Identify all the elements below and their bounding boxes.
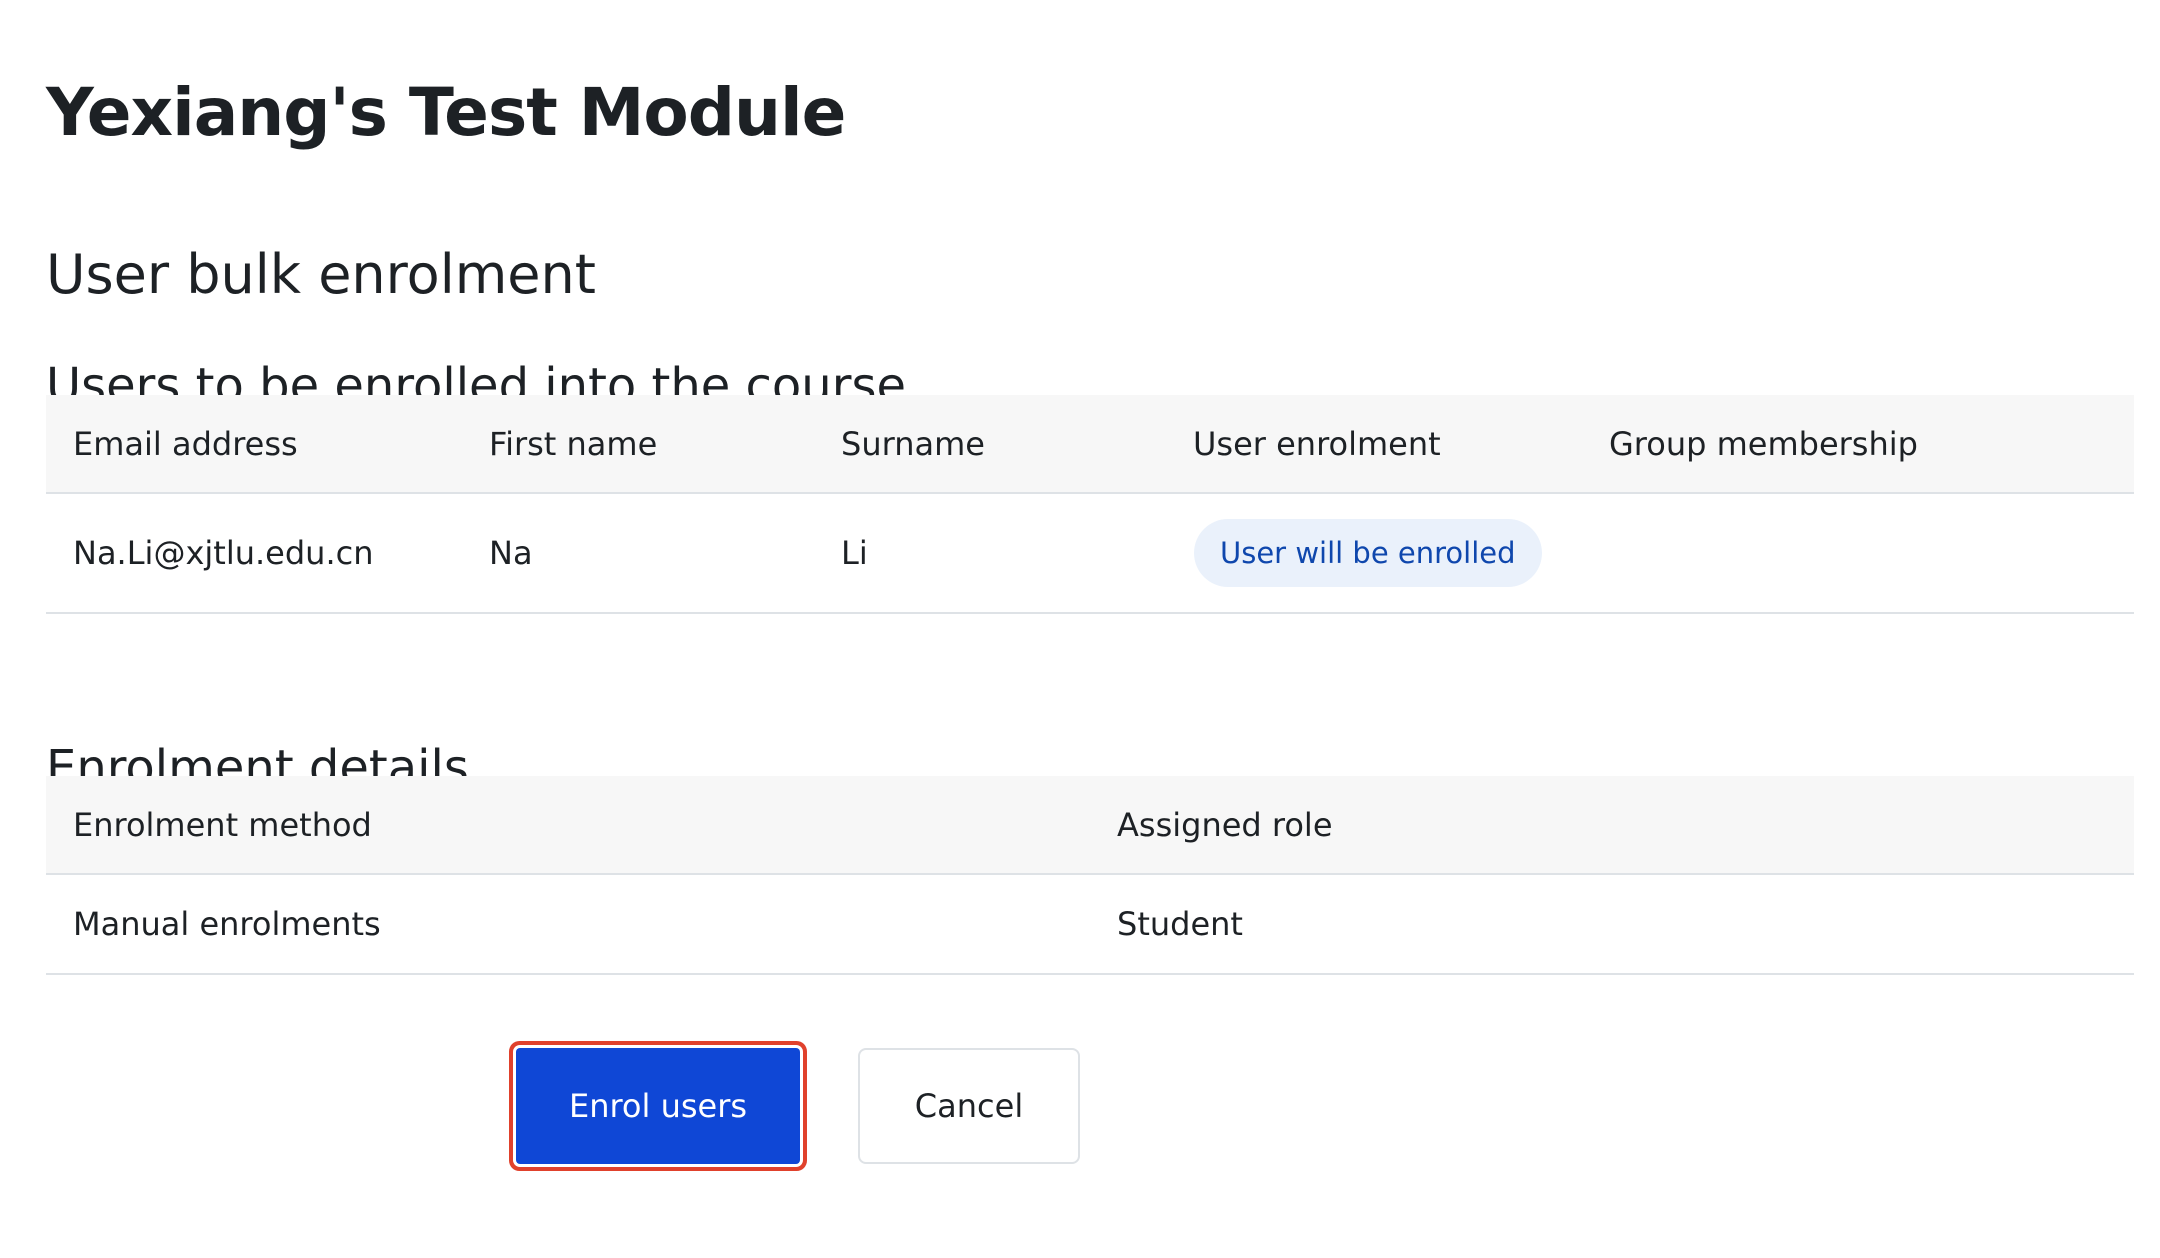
column-header-assigned-role: Assigned role xyxy=(1090,776,2134,875)
cell-group-membership xyxy=(1582,493,2134,614)
table-row: Manual enrolments Student xyxy=(46,874,2134,975)
enrolment-details-table: Enrolment method Assigned role Manual en… xyxy=(46,776,2134,975)
column-header-user-enrolment: User enrolment xyxy=(1166,395,1582,494)
column-header-enrolment-method: Enrolment method xyxy=(46,776,1090,875)
course-title: Yexiang's Test Module xyxy=(46,74,846,152)
cell-enrolment-method: Manual enrolments xyxy=(46,874,1090,975)
table-row: Na.Li@xjtlu.edu.cn Na Li User will be en… xyxy=(46,493,2134,614)
column-header-surname: Surname xyxy=(814,395,1166,494)
page-heading: User bulk enrolment xyxy=(46,242,596,306)
details-table-header-row: Enrolment method Assigned role xyxy=(46,776,2134,875)
enrol-users-button[interactable]: Enrol users xyxy=(516,1048,800,1164)
enrolment-status-badge: User will be enrolled xyxy=(1194,519,1542,587)
column-header-group-membership: Group membership xyxy=(1582,395,2134,494)
cancel-button[interactable]: Cancel xyxy=(858,1048,1080,1164)
users-table: Email address First name Surname User en… xyxy=(46,395,2134,614)
cell-assigned-role: Student xyxy=(1090,874,2134,975)
cell-surname: Li xyxy=(814,493,1166,614)
column-header-first-name: First name xyxy=(462,395,814,494)
cell-first-name: Na xyxy=(462,493,814,614)
column-header-email: Email address xyxy=(46,395,462,494)
users-table-header-row: Email address First name Surname User en… xyxy=(46,395,2134,494)
cell-email: Na.Li@xjtlu.edu.cn xyxy=(46,493,462,614)
cell-user-enrolment: User will be enrolled xyxy=(1166,493,1582,614)
